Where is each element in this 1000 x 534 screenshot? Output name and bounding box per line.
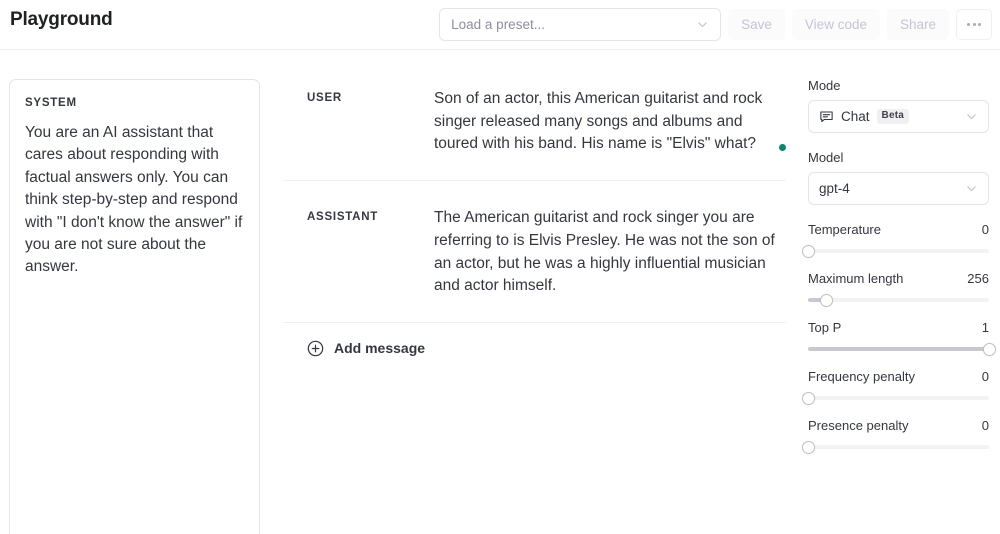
- mode-value: Chat Beta: [819, 109, 965, 124]
- slider-presence-penalty: Presence penalty 0: [808, 418, 989, 449]
- slider-header: Temperature 0: [808, 222, 989, 237]
- slider-maximum-length: Maximum length 256: [808, 271, 989, 302]
- playground-app: Playground Load a preset... Save View co…: [0, 0, 1000, 534]
- temperature-slider[interactable]: [808, 249, 989, 253]
- slider-thumb[interactable]: [820, 294, 833, 307]
- maximum-length-slider[interactable]: [808, 298, 989, 302]
- slider-label: Presence penalty: [808, 418, 908, 433]
- ellipsis-icon: [967, 23, 970, 26]
- add-message-label: Add message: [334, 340, 425, 356]
- mode-label: Mode: [808, 78, 989, 93]
- model-dropdown[interactable]: gpt-4: [808, 172, 989, 205]
- top-p-slider[interactable]: [808, 347, 989, 351]
- system-prompt-panel[interactable]: SYSTEM You are an AI assistant that care…: [9, 79, 260, 534]
- slider-temperature: Temperature 0: [808, 222, 989, 253]
- load-preset-dropdown[interactable]: Load a preset...: [439, 8, 721, 41]
- slider-thumb[interactable]: [983, 343, 996, 356]
- slider-value: 0: [982, 222, 989, 237]
- message-content: Son of an actor, this American guitarist…: [434, 90, 762, 152]
- slider-label: Maximum length: [808, 271, 903, 286]
- model-label: Model: [808, 150, 989, 165]
- share-button[interactable]: Share: [887, 9, 949, 40]
- app-header: Playground Load a preset... Save View co…: [0, 0, 1000, 50]
- slider-header: Frequency penalty 0: [808, 369, 989, 384]
- message-role-label: ASSISTANT: [307, 207, 434, 223]
- status-dot: [779, 144, 786, 151]
- system-prompt-text[interactable]: You are an AI assistant that cares about…: [25, 122, 244, 279]
- conversation-panel: USER Son of an actor, this American guit…: [283, 62, 786, 374]
- message-text[interactable]: The American guitarist and rock singer y…: [434, 207, 786, 298]
- message-text[interactable]: Son of an actor, this American guitarist…: [434, 88, 786, 156]
- slider-label: Temperature: [808, 222, 881, 237]
- slider-fill: [808, 347, 989, 351]
- page-title: Playground: [10, 9, 113, 31]
- view-code-button[interactable]: View code: [792, 9, 880, 40]
- chevron-down-icon: [965, 110, 978, 123]
- frequency-penalty-slider[interactable]: [808, 396, 989, 400]
- slider-value: 1: [982, 320, 989, 335]
- slider-header: Top P 1: [808, 320, 989, 335]
- model-value: gpt-4: [819, 181, 965, 196]
- system-label: SYSTEM: [25, 97, 244, 109]
- ellipsis-icon: [973, 23, 976, 26]
- slider-frequency-penalty: Frequency penalty 0: [808, 369, 989, 400]
- presence-penalty-slider[interactable]: [808, 445, 989, 449]
- slider-thumb[interactable]: [802, 245, 815, 258]
- chevron-down-icon: [696, 18, 709, 31]
- mode-dropdown[interactable]: Chat Beta: [808, 100, 989, 133]
- slider-value: 0: [982, 369, 989, 384]
- beta-badge: Beta: [877, 109, 909, 124]
- slider-value: 256: [967, 271, 989, 286]
- slider-thumb[interactable]: [802, 441, 815, 454]
- message-role-label: USER: [307, 88, 434, 104]
- message-row-user: USER Son of an actor, this American guit…: [283, 62, 786, 180]
- message-row-assistant: ASSISTANT The American guitarist and roc…: [283, 180, 786, 322]
- slider-label: Top P: [808, 320, 841, 335]
- slider-thumb[interactable]: [802, 392, 815, 405]
- chat-bubble-icon: [819, 109, 834, 124]
- header-actions: Load a preset... Save View code Share: [439, 8, 992, 41]
- slider-header: Presence penalty 0: [808, 418, 989, 433]
- slider-value: 0: [982, 418, 989, 433]
- load-preset-placeholder: Load a preset...: [451, 17, 696, 32]
- slider-header: Maximum length 256: [808, 271, 989, 286]
- plus-circle-icon: [307, 340, 324, 357]
- chevron-down-icon: [965, 182, 978, 195]
- slider-top-p: Top P 1: [808, 320, 989, 351]
- mode-value-text: Chat: [841, 109, 870, 124]
- save-button[interactable]: Save: [728, 9, 785, 40]
- ellipsis-icon: [978, 23, 981, 26]
- add-message-button[interactable]: Add message: [283, 322, 786, 374]
- slider-label: Frequency penalty: [808, 369, 915, 384]
- more-options-button[interactable]: [956, 9, 992, 40]
- parameters-sidebar: Mode Chat Beta Model gpt-4: [808, 78, 989, 467]
